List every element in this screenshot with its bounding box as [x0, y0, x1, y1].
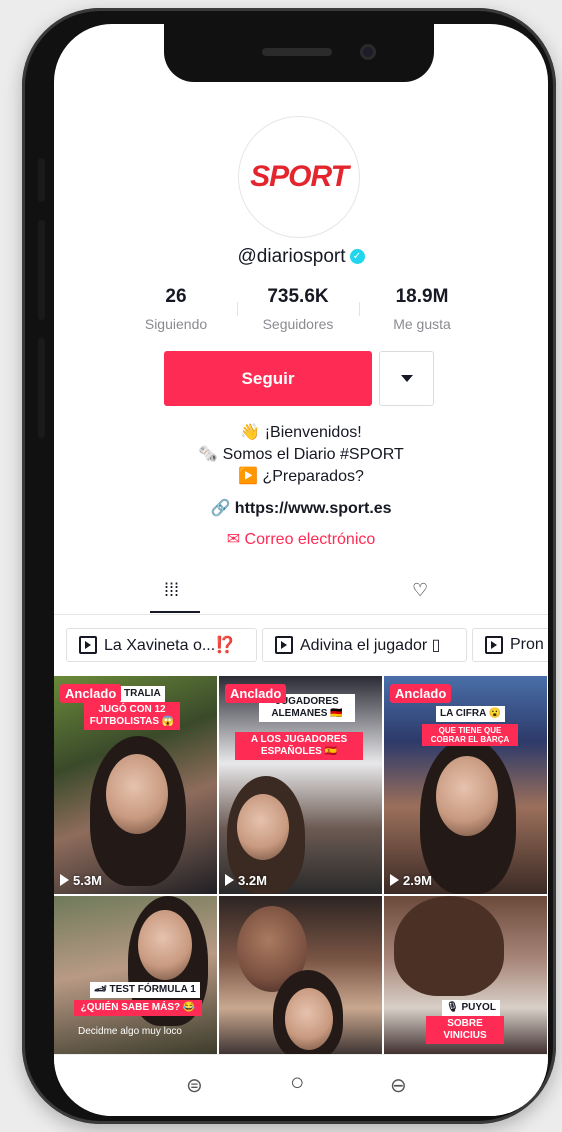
play-icon	[60, 874, 69, 886]
stat-following[interactable]: 26 Siguiendo	[121, 286, 231, 332]
pinned-badge: Anclado	[390, 684, 452, 703]
stat-label: Me gusta	[393, 316, 451, 332]
view-count: 5.3M	[60, 873, 102, 888]
speaker	[262, 48, 332, 56]
person-face	[106, 754, 168, 834]
stat-divider	[359, 302, 360, 316]
pinned-badge: Anclado	[60, 684, 122, 703]
playlist-chip[interactable]: Pron	[472, 628, 548, 662]
liked-videos-icon[interactable]: ♡	[412, 580, 428, 601]
active-tab-indicator	[150, 611, 200, 613]
view-count-text: 3.2M	[238, 873, 267, 888]
email-link[interactable]: ✉ Correo electrónico	[54, 529, 548, 549]
bio-line: 👋 ¡Bienvenidos!	[240, 424, 362, 441]
person-hair	[394, 896, 504, 996]
stat-label: Siguiendo	[144, 316, 208, 332]
video-thumbnail[interactable]: 🎙 PUYOL SOBRE VINICIUS	[384, 896, 547, 1056]
view-count-text: 5.3M	[73, 873, 102, 888]
view-count: 3.2M	[225, 873, 267, 888]
video-thumbnail[interactable]: LA CIFRA 😮 QUE TIENE QUE COBRAR EL BARÇA…	[384, 676, 547, 894]
playlist-icon	[79, 636, 97, 654]
view-count-text: 2.9M	[403, 873, 432, 888]
video-thumbnail[interactable]: JUGADORES ALEMANES 🇩🇪 A LOS JUGADORES ES…	[219, 676, 382, 894]
play-icon	[225, 874, 234, 886]
videos-grid-icon[interactable]: ⁞⁞⁞	[164, 580, 179, 601]
video-subtitle: Decidme algo muy loco	[78, 1026, 182, 1037]
username-text: @diariosport	[237, 246, 346, 267]
view-count: 2.9M	[390, 873, 432, 888]
person-face	[138, 910, 192, 980]
person-face	[436, 756, 498, 836]
playlist-label: Pron	[510, 636, 544, 653]
stat-value: 18.9M	[395, 286, 449, 307]
system-nav-bar: ⊜ ○ ⊖	[54, 1054, 548, 1116]
playlist-chip[interactable]: Adivina el jugador ▯	[262, 628, 467, 662]
playlist-label: La Xavineta o...⁉️	[104, 637, 236, 654]
play-icon	[390, 874, 399, 886]
verified-badge-icon: ✓	[349, 249, 365, 265]
back-icon[interactable]: ⊖	[390, 1073, 407, 1098]
video-caption: A LOS JUGADORES ESPAÑOLES 🇪🇸	[235, 732, 363, 760]
video-caption: TRALIA	[120, 686, 165, 702]
stat-likes[interactable]: 18.9M Me gusta	[367, 286, 477, 332]
playlist-icon	[275, 636, 293, 654]
playlist-icon	[485, 636, 503, 654]
video-caption: ¿QUIÉN SABE MÁS? 😂	[74, 1000, 202, 1016]
screen: SPORT @diariosport ✓ 26 Siguiendo 735.6K …	[54, 24, 548, 1116]
video-thumbnail[interactable]: 🏎 TEST FÓRMULA 1 ¿QUIÉN SABE MÁS? 😂 Deci…	[54, 896, 217, 1056]
chevron-down-icon	[400, 375, 413, 382]
video-caption: 🎙 PUYOL	[442, 1000, 500, 1016]
video-caption: 🏎 TEST FÓRMULA 1	[90, 982, 200, 998]
playlist-label: Adivina el jugador ▯	[300, 637, 441, 654]
bio-line: 🗞️ Somos el Diario #SPORT	[198, 446, 404, 463]
stat-label: Seguidores	[262, 316, 334, 332]
username: @diariosport ✓	[54, 246, 548, 268]
more-options-button[interactable]	[379, 351, 434, 406]
front-camera	[360, 44, 376, 60]
home-icon[interactable]: ○	[290, 1069, 305, 1097]
tab-divider	[54, 614, 548, 615]
volume-down-button	[38, 338, 45, 438]
video-caption: QUE TIENE QUE COBRAR EL BARÇA	[422, 724, 518, 746]
video-caption: JUGÓ CON 12 FUTBOLISTAS 😱	[84, 702, 180, 730]
notch	[164, 24, 434, 82]
sport-logo: SPORT	[250, 160, 349, 193]
playlist-chip[interactable]: La Xavineta o...⁉️	[66, 628, 257, 662]
follow-button[interactable]: Seguir	[164, 351, 372, 406]
video-caption: LA CIFRA 😮	[436, 706, 506, 722]
video-thumbnail[interactable]	[219, 896, 382, 1056]
stat-value: 26	[165, 286, 187, 307]
stat-divider	[237, 302, 238, 316]
stat-value: 735.6K	[267, 286, 329, 307]
person-face	[285, 988, 333, 1050]
pinned-badge: Anclado	[225, 684, 287, 703]
profile-avatar[interactable]: SPORT	[238, 116, 360, 238]
mute-switch	[38, 158, 45, 202]
stat-followers[interactable]: 735.6K Seguidores	[243, 286, 353, 332]
video-thumbnail[interactable]: TRALIA JUGÓ CON 12 FUTBOLISTAS 😱 Anclado…	[54, 676, 217, 894]
website-link[interactable]: 🔗 https://www.sport.es	[54, 498, 548, 518]
volume-up-button	[38, 220, 45, 320]
person-face	[237, 794, 289, 860]
bio-line: ▶️ ¿Preparados?	[238, 468, 364, 485]
recent-apps-icon[interactable]: ⊜	[186, 1073, 203, 1098]
video-caption: SOBRE VINICIUS	[426, 1016, 504, 1044]
